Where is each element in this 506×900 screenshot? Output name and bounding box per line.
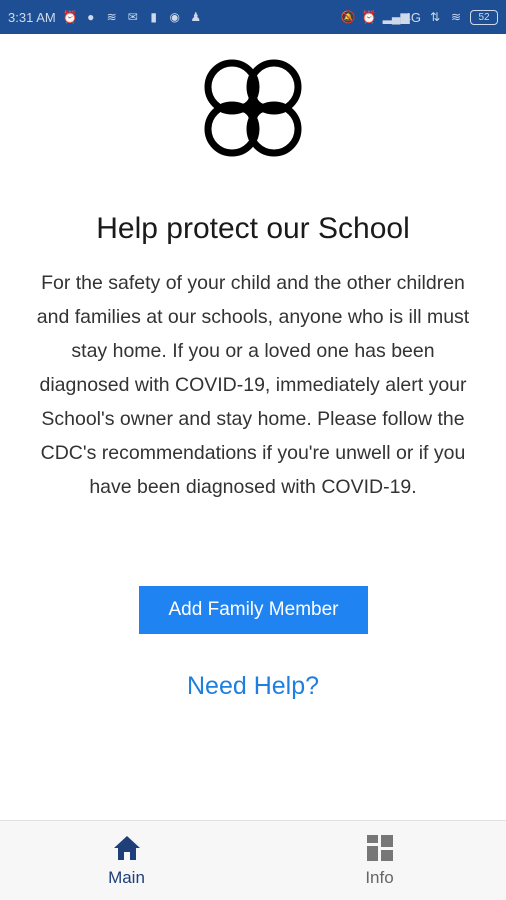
nav-item-info[interactable]: Info (253, 821, 506, 900)
wifi-signal-icon: ≋ (450, 10, 462, 24)
alarm-clock-icon: ⏰ (361, 10, 377, 24)
home-icon (113, 835, 140, 860)
alarm-icon: ⏰ (62, 10, 78, 24)
battery-level: 52 (478, 11, 490, 23)
message-icon: ✉ (127, 10, 138, 24)
chat-icon: ◉ (169, 10, 180, 24)
nav-label-info: Info (365, 867, 394, 887)
battery-icon: 52 (470, 9, 498, 25)
data-icon: ⇅ (429, 10, 441, 24)
safety-message: For the safety of your child and the oth… (36, 272, 470, 498)
wifi-icon: ≋ (106, 10, 117, 24)
app-icon: ● (87, 10, 95, 24)
school-logo (203, 58, 303, 158)
person-icon: ♟ (190, 10, 202, 24)
bottom-navigation: Main Info (0, 820, 506, 900)
status-time: 3:31 AM (8, 9, 56, 25)
status-left: 3:31 AM ⏰ ● ≋ ✉ ▮ ◉ ♟ (8, 10, 203, 25)
status-bar: 3:31 AM ⏰ ● ≋ ✉ ▮ ◉ ♟ 🔕 ⏰ ▂▄▆ 4G ⇅ ≋ 52 (0, 0, 506, 34)
grid-icon (366, 834, 393, 861)
trash-icon: ▮ (150, 10, 157, 24)
status-right: 🔕 ⏰ ▂▄▆ 4G ⇅ ≋ 52 (340, 9, 498, 25)
page-title: Help protect our School (96, 212, 410, 245)
nav-item-main[interactable]: Main (0, 821, 253, 900)
nav-label-main: Main (108, 867, 145, 887)
signal-icon: ▂▄▆ (382, 10, 410, 24)
network-type: 4G (403, 9, 421, 25)
mute-icon: 🔕 (340, 10, 356, 24)
add-family-member-button[interactable]: Add Family Member (139, 586, 368, 634)
need-help-link[interactable]: Need Help? (0, 672, 506, 701)
four-rings-logo-icon (204, 59, 302, 157)
